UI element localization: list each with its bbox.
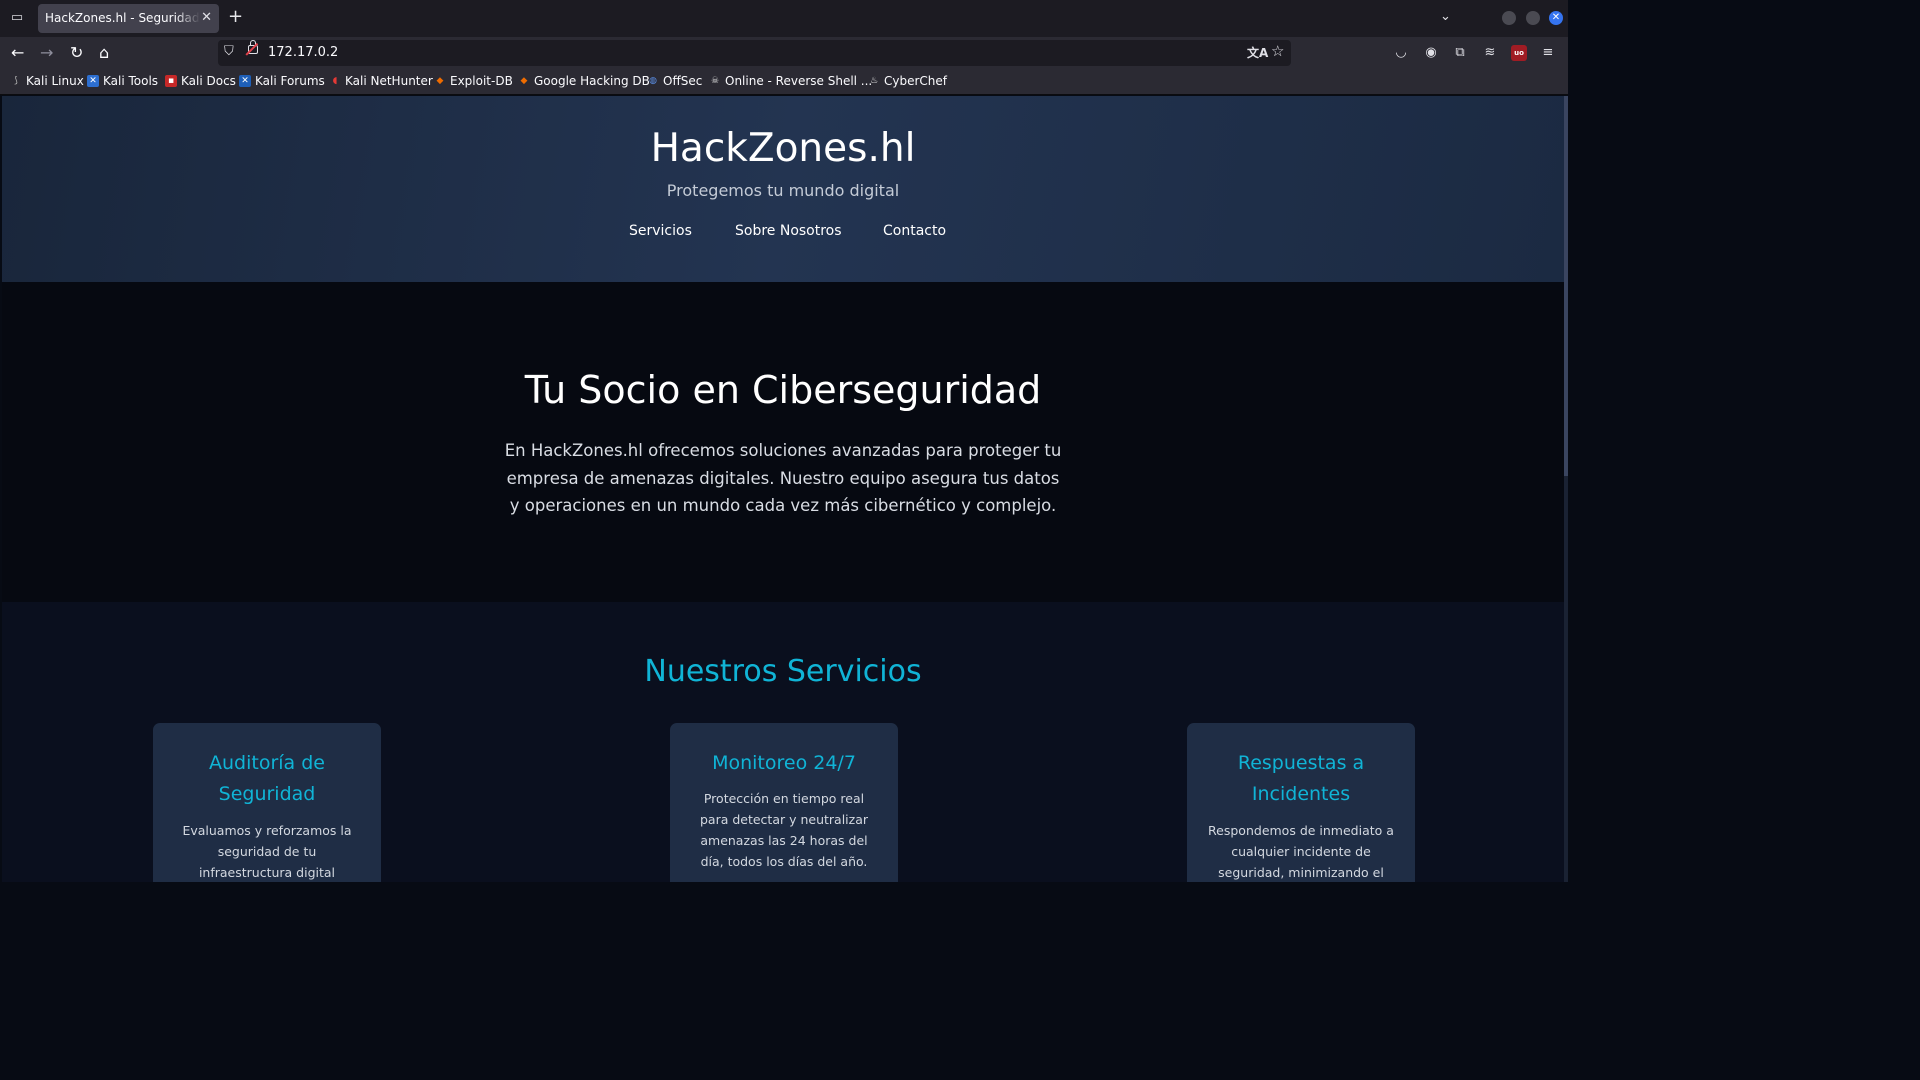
close-window-button[interactable]: ✕ — [1549, 11, 1563, 25]
bookmark-google-hacking-db[interactable]: ◆ Google Hacking DB — [518, 74, 650, 88]
nethunter-icon: ◖ — [332, 76, 338, 86]
bookmark-star-icon[interactable]: ☆ — [1271, 42, 1284, 60]
bookmark-kali-nethunter[interactable]: ◖ Kali NetHunter — [329, 74, 433, 88]
translate-icon[interactable]: 文A — [1247, 44, 1268, 61]
list-all-tabs-icon[interactable]: ▭ — [8, 9, 26, 27]
ublock-origin-icon[interactable]: uo — [1511, 45, 1527, 61]
service-card-text: Evaluamos y reforzamos la seguridad de t… — [182, 823, 352, 880]
menu-icon[interactable]: ≡ — [1540, 45, 1556, 61]
extensions-icon[interactable]: ⧉ — [1452, 45, 1468, 61]
bookmarks-toolbar: ⟆ Kali Linux ✕ Kali Tools ▪ Kali Docs ✕ Kali… — [0, 69, 1568, 95]
service-card-title: Auditoría de Seguridad — [209, 752, 325, 805]
bookmark-cyberchef[interactable]: ♨ CyberChef — [868, 74, 947, 88]
chef-hat-icon: ♨ — [869, 76, 879, 86]
tab-bar: ▭ HackZones.hl - Seguridad para ✕ + ⌄ ✕ — [0, 0, 1568, 37]
offsec-icon: ◍ — [649, 76, 657, 86]
nav-link-servicios[interactable]: Servicios — [629, 223, 692, 239]
bookmark-kali-linux[interactable]: ⟆ Kali Linux — [10, 74, 84, 88]
close-tab-icon[interactable]: ✕ — [201, 10, 212, 25]
web-page: HackZones.hl Protegemos tu mundo digital… — [2, 96, 1564, 882]
hero-text: En HackZones.hl ofrecemos soluciones ava… — [504, 441, 1062, 515]
ghdb-icon: ◆ — [520, 76, 528, 86]
home-button[interactable]: ⌂ — [99, 44, 109, 62]
url-text[interactable]: 172.17.0.2 — [268, 45, 338, 60]
page-scrollbar[interactable] — [1564, 96, 1568, 882]
address-bar[interactable]: ⛉ 172.17.0.2 文A ☆ — [218, 40, 1291, 66]
site-tagline: Protegemos tu mundo digital — [666, 181, 900, 200]
kali-dragon-icon: ⟆ — [14, 76, 18, 86]
minimize-button[interactable] — [1502, 11, 1516, 25]
maximize-button[interactable] — [1526, 11, 1540, 25]
forward-button[interactable]: → — [40, 44, 53, 62]
insecure-lock-icon[interactable] — [248, 40, 258, 54]
foxyproxy-icon[interactable]: ≋ — [1482, 45, 1498, 61]
pocket-icon[interactable]: ◡ — [1393, 45, 1409, 61]
hero-heading: Tu Socio en Ciberseguridad — [524, 368, 1042, 412]
shield-icon[interactable]: ⛉ — [224, 44, 234, 59]
bookmark-offsec[interactable]: ◍ OffSec — [647, 74, 702, 88]
bookmark-kali-docs[interactable]: ▪ Kali Docs — [165, 74, 236, 88]
active-tab[interactable]: HackZones.hl - Seguridad para ✕ — [38, 4, 219, 33]
service-card-respuestas: Respuestas a Incidentes Respondemos de i… — [1187, 723, 1415, 882]
nav-link-sobre-nosotros[interactable]: Sobre Nosotros — [735, 223, 842, 239]
site-title: HackZones.hl — [650, 126, 916, 171]
kali-docs-icon: ▪ — [165, 75, 177, 87]
reload-button[interactable]: ↻ — [70, 44, 83, 62]
back-button[interactable]: ← — [11, 44, 24, 62]
bookmark-kali-tools[interactable]: ✕ Kali Tools — [87, 74, 158, 88]
service-card-text: Respondemos de inmediato a cualquier inc… — [1208, 823, 1394, 880]
account-icon[interactable]: ◉ — [1423, 45, 1439, 61]
service-card-text: Protección en tiempo real para detectar … — [699, 791, 869, 869]
bookmark-kali-forums[interactable]: ✕ Kali Forums — [239, 74, 325, 88]
navigation-toolbar: ← → ↻ ⌂ ⛉ 172.17.0.2 文A ☆ ◡ ◉ ⧉ ≋ uo ≡ — [0, 37, 1568, 69]
services-section: Nuestros Servicios Auditoría de Segurida… — [2, 602, 1564, 882]
skull-icon: ☠ — [710, 76, 720, 86]
scrollbar-thumb[interactable] — [1564, 96, 1568, 476]
new-tab-button[interactable]: + — [228, 7, 243, 27]
site-header: HackZones.hl Protegemos tu mundo digital… — [2, 96, 1564, 282]
chevron-down-icon[interactable]: ⌄ — [1440, 9, 1451, 24]
service-card-auditoria: Auditoría de Seguridad Evaluamos y refor… — [153, 723, 381, 882]
service-card-title: Monitoreo 24/7 — [712, 752, 856, 774]
exploit-db-icon: ◆ — [436, 76, 444, 86]
nav-link-contacto[interactable]: Contacto — [883, 223, 946, 239]
kali-forums-icon: ✕ — [239, 75, 251, 87]
service-card-monitoreo: Monitoreo 24/7 Protección en tiempo real… — [670, 723, 898, 882]
hero-section: Tu Socio en Ciberseguridad En HackZones.… — [2, 282, 1564, 602]
bookmark-exploit-db[interactable]: ◆ Exploit-DB — [434, 74, 513, 88]
service-card-title: Respuestas a Incidentes — [1237, 752, 1365, 805]
services-heading: Nuestros Servicios — [644, 654, 922, 689]
kali-tools-icon: ✕ — [87, 75, 99, 87]
bookmark-reverse-shell[interactable]: ☠ Online - Reverse Shell ... — [709, 74, 872, 88]
tab-title: HackZones.hl - Seguridad para — [45, 11, 200, 25]
